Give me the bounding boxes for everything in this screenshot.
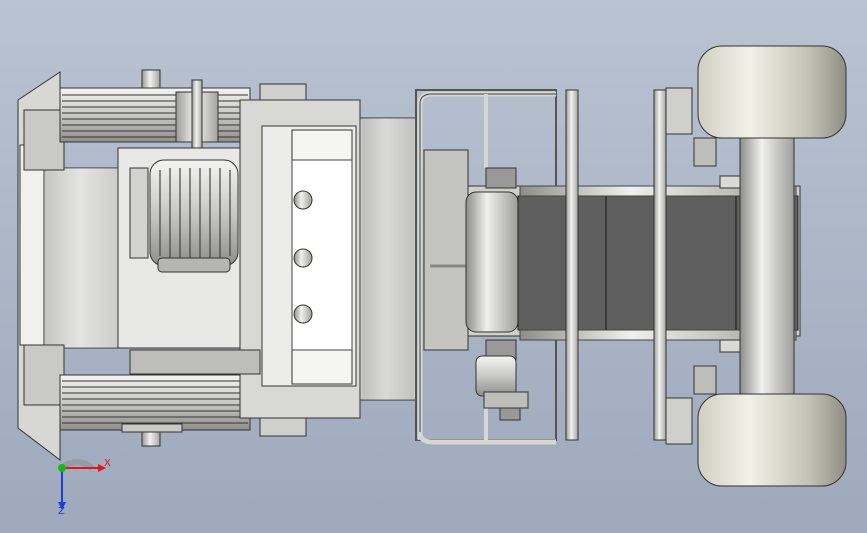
conveyor-motor — [475, 355, 529, 421]
bottom-pulley — [59, 374, 251, 447]
cad-viewport[interactable] — [0, 0, 867, 533]
x-axis-label: X — [104, 458, 111, 469]
z-axis-label: Z — [58, 506, 65, 517]
motor — [117, 147, 249, 349]
axis-triad: X Z — [44, 452, 114, 517]
top-pulley — [59, 69, 251, 151]
machine-top-view — [17, 45, 847, 487]
